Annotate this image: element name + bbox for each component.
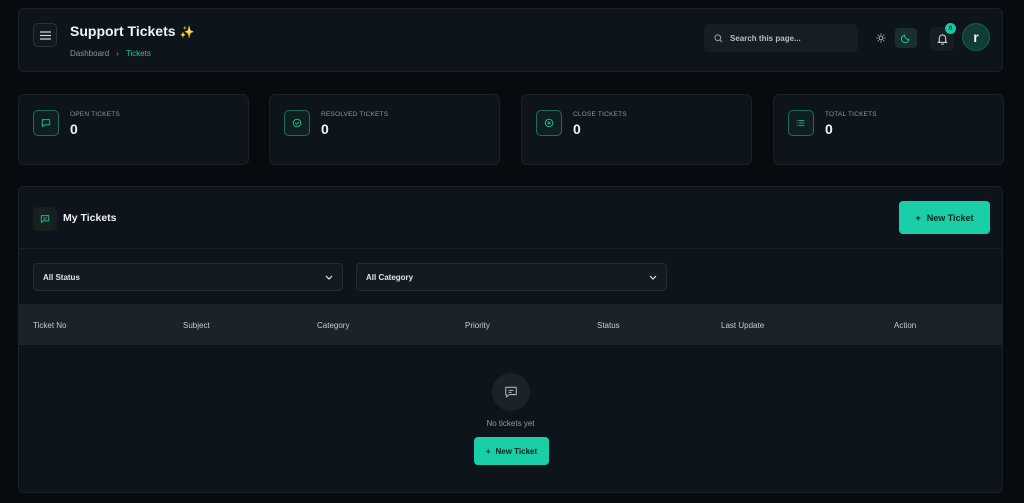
table-header: Ticket No Subject Category Priority Stat… — [19, 304, 1002, 345]
header-bar: Support Tickets✨ Dashboard › Tickets 0 r — [18, 8, 1003, 72]
plus-icon: + — [915, 212, 921, 223]
moon-icon — [901, 34, 910, 43]
search-icon — [714, 33, 723, 42]
my-tickets-panel: My Tickets + New Ticket All Status All C… — [18, 186, 1003, 493]
stat-label: CLOSE TICKETS — [573, 111, 627, 118]
sun-icon — [876, 33, 886, 43]
column-header-subject[interactable]: Subject — [183, 321, 210, 330]
search-input[interactable] — [730, 33, 840, 43]
column-header-priority[interactable]: Priority — [465, 321, 490, 330]
notification-count-badge: 0 — [945, 23, 956, 34]
page-title: Support Tickets ✨ — [70, 23, 195, 39]
page-title-text: Support Tickets — [70, 23, 176, 39]
new-ticket-label: New Ticket — [926, 212, 974, 223]
chevron-down-icon — [649, 275, 657, 280]
chevron-down-icon — [325, 275, 333, 280]
new-ticket-button[interactable]: + New Ticket — [899, 201, 990, 234]
user-avatar[interactable]: r — [962, 23, 990, 51]
breadcrumb-current: Tickets — [125, 49, 151, 58]
stat-label: RESOLVED TICKETS — [321, 111, 389, 118]
sparkle-icon: ✨ — [179, 25, 195, 39]
column-header-last-update[interactable]: Last Update — [721, 321, 764, 330]
column-header-action: Action — [894, 321, 917, 330]
column-header-status[interactable]: Status — [597, 321, 620, 330]
stat-value: 0 — [321, 121, 329, 137]
search-box[interactable] — [704, 24, 858, 52]
stat-card-total: TOTAL TICKETS 0 — [773, 94, 1004, 165]
category-filter-value: All Category — [366, 272, 414, 282]
message-square-icon — [33, 110, 59, 136]
status-filter-select[interactable]: All Status — [33, 263, 343, 291]
divider — [19, 248, 1002, 249]
empty-state-text: No tickets yet — [486, 419, 535, 428]
column-header-category[interactable]: Category — [317, 321, 349, 330]
stat-value: 0 — [70, 121, 78, 137]
column-header-ticket-no[interactable]: Ticket No — [33, 321, 67, 330]
x-circle-icon — [536, 110, 562, 136]
breadcrumb: Dashboard › Tickets — [70, 49, 151, 58]
empty-state-new-ticket-button[interactable]: + New Ticket — [474, 437, 549, 465]
menu-toggle-button[interactable] — [33, 23, 57, 47]
stat-value: 0 — [573, 121, 581, 137]
light-theme-button[interactable] — [871, 28, 891, 48]
check-circle-icon — [284, 110, 310, 136]
status-filter-value: All Status — [43, 272, 80, 282]
plus-icon: + — [485, 446, 491, 456]
new-ticket-label: New Ticket — [495, 446, 538, 456]
stat-card-close: CLOSE TICKETS 0 — [521, 94, 752, 165]
empty-state-chat-icon — [492, 373, 530, 411]
dark-theme-button[interactable] — [895, 28, 917, 48]
list-icon — [788, 110, 814, 136]
stat-card-resolved: RESOLVED TICKETS 0 — [269, 94, 500, 165]
hamburger-menu-icon — [39, 30, 51, 40]
bell-icon — [936, 34, 948, 45]
section-title: My Tickets — [63, 212, 117, 224]
stat-value: 0 — [825, 121, 833, 137]
stat-card-open: OPEN TICKETS 0 — [18, 94, 249, 165]
stat-label: OPEN TICKETS — [70, 111, 120, 118]
stat-label: TOTAL TICKETS — [825, 111, 877, 118]
breadcrumb-separator: › — [116, 49, 119, 58]
breadcrumb-dashboard-link[interactable]: Dashboard — [70, 49, 109, 58]
category-filter-select[interactable]: All Category — [356, 263, 667, 291]
chat-icon — [33, 207, 57, 231]
